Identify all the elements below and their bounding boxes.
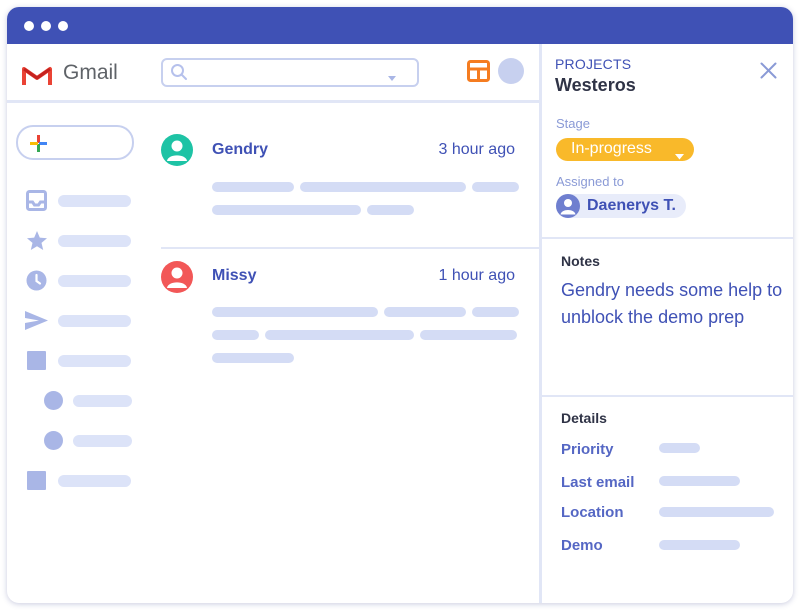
section-divider — [542, 237, 793, 239]
gmail-m-icon[interactable] — [22, 64, 52, 93]
square-icon — [27, 351, 46, 370]
window-control-dot[interactable] — [24, 21, 34, 31]
sidebar-item-label — [58, 195, 131, 207]
circle-icon — [44, 391, 63, 410]
window-control-dot[interactable] — [41, 21, 51, 31]
project-panel: PROJECTS Westeros Stage In-progress Assi… — [542, 44, 793, 603]
sidebar-item-label — [58, 275, 131, 287]
send-icon — [25, 311, 48, 335]
email-time: 1 hour ago — [438, 267, 515, 284]
plus-icon — [30, 135, 47, 157]
inbox-icon — [26, 190, 47, 216]
email-row[interactable]: Gendry 3 hour ago — [161, 103, 521, 247]
assignee-avatar — [556, 194, 580, 218]
sender-avatar — [161, 134, 193, 166]
window-control-dot[interactable] — [58, 21, 68, 31]
search-input[interactable] — [161, 58, 419, 87]
sidebar-item-label — [58, 475, 131, 487]
email-preview-line — [212, 330, 259, 340]
assigned-label: Assigned to — [556, 174, 624, 189]
sender-avatar — [161, 261, 193, 293]
layout-grid-icon[interactable] — [467, 60, 490, 87]
compose-button[interactable] — [16, 125, 134, 160]
details-title: Details — [561, 410, 607, 426]
chevron-down-icon — [675, 147, 684, 165]
sidebar-item-snoozed[interactable] — [7, 269, 147, 293]
circle-icon — [44, 431, 63, 450]
sidebar-subitem[interactable] — [7, 389, 147, 413]
square-icon — [27, 471, 46, 490]
email-preview-line — [367, 205, 414, 215]
detail-value — [659, 443, 700, 453]
email-preview-line — [384, 307, 466, 317]
sidebar-item-label — [58, 315, 131, 327]
email-preview-line — [265, 330, 414, 340]
title-bar — [7, 7, 793, 44]
sidebar-item-label — [73, 435, 132, 447]
search-icon — [170, 63, 188, 86]
detail-label-last-email: Last email — [561, 474, 635, 491]
app-name: Gmail — [63, 61, 118, 84]
detail-value — [659, 476, 740, 486]
sidebar-item-folder[interactable] — [7, 469, 147, 493]
email-preview-line — [212, 353, 294, 363]
detail-label-location: Location — [561, 504, 624, 521]
detail-label-demo: Demo — [561, 537, 603, 554]
search-field[interactable] — [193, 63, 377, 83]
assignee-chip[interactable]: Daenerys T. — [556, 194, 686, 218]
email-preview-line — [212, 205, 361, 215]
email-preview-line — [300, 182, 466, 192]
email-time: 3 hour ago — [438, 141, 515, 158]
detail-value — [659, 507, 774, 517]
app-window: Gmail Gendry 3 hour ago Missy 1 hour ago… — [7, 7, 793, 603]
project-name: Westeros — [555, 75, 636, 95]
assignee-name: Daenerys T. — [587, 197, 676, 214]
detail-label-priority: Priority — [561, 441, 614, 458]
email-sender: Gendry — [212, 141, 269, 158]
email-preview-line — [212, 307, 378, 317]
email-preview-line — [472, 182, 519, 192]
email-sender: Missy — [212, 267, 257, 284]
notes-title: Notes — [561, 253, 600, 269]
email-preview-line — [212, 182, 294, 192]
sidebar-item-sent[interactable] — [7, 309, 147, 333]
email-preview-line — [472, 307, 519, 317]
stage-value: In-progress — [571, 140, 652, 157]
email-list: Gendry 3 hour ago Missy 1 hour ago — [161, 103, 539, 603]
user-avatar[interactable] — [498, 58, 524, 84]
email-row[interactable]: Missy 1 hour ago — [161, 249, 521, 399]
section-divider — [542, 395, 793, 397]
sidebar-subitem[interactable] — [7, 429, 147, 453]
sidebar-item-inbox[interactable] — [7, 189, 147, 213]
sidebar-item-label — [73, 395, 132, 407]
stage-label: Stage — [556, 116, 590, 131]
section-label: PROJECTS — [555, 56, 632, 72]
close-icon[interactable] — [760, 62, 777, 84]
chevron-down-icon[interactable] — [387, 69, 397, 87]
sidebar — [7, 103, 147, 603]
email-preview-line — [420, 330, 517, 340]
stage-dropdown[interactable]: In-progress — [556, 138, 694, 161]
sidebar-item-label — [58, 235, 131, 247]
clock-icon — [26, 270, 47, 296]
notes-text[interactable]: Gendry needs some help to unblock the de… — [561, 277, 791, 331]
app-header: Gmail — [7, 44, 539, 103]
sidebar-item-folder[interactable] — [7, 349, 147, 373]
star-icon — [26, 230, 48, 256]
sidebar-item-label — [58, 355, 131, 367]
sidebar-item-starred[interactable] — [7, 229, 147, 253]
detail-value — [659, 540, 740, 550]
